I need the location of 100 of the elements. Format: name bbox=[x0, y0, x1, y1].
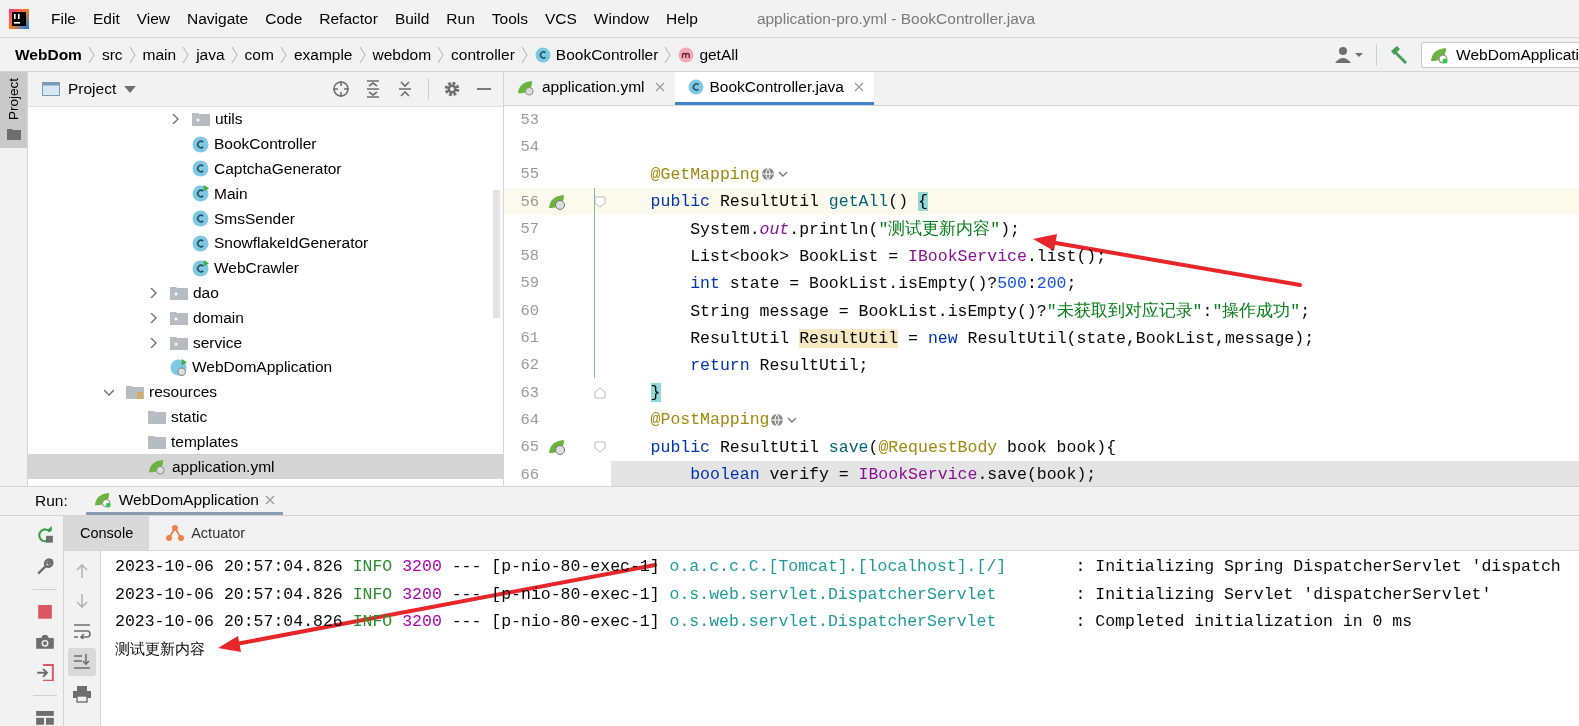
menu-item[interactable]: View bbox=[128, 9, 180, 28]
spring-config-icon bbox=[148, 458, 167, 476]
run-label: Run: bbox=[35, 492, 68, 510]
folder-icon bbox=[148, 408, 166, 425]
locate-icon[interactable] bbox=[332, 80, 350, 98]
code-line: boolean verify = IBookService.save(book); bbox=[689, 465, 1097, 484]
menu-item[interactable]: Refactor bbox=[311, 9, 387, 28]
breadcrumb-item[interactable]: WebDom bbox=[15, 45, 82, 64]
tree-item[interactable]: templates bbox=[28, 429, 503, 455]
close-icon[interactable] bbox=[654, 82, 665, 92]
breadcrumb-item[interactable]: java bbox=[196, 45, 225, 64]
menu-item[interactable]: Tools bbox=[483, 9, 537, 28]
separator-icon bbox=[87, 45, 96, 64]
project-tool-tab[interactable]: Project bbox=[0, 72, 27, 149]
breadcrumb-item[interactable]: main bbox=[142, 45, 177, 64]
menu-item[interactable]: Run bbox=[438, 9, 484, 28]
print-icon[interactable] bbox=[73, 685, 91, 703]
breadcrumb-item[interactable]: src bbox=[101, 45, 123, 64]
window-icon bbox=[42, 81, 60, 97]
hammer-icon[interactable] bbox=[1389, 44, 1410, 65]
scrollbar[interactable] bbox=[493, 190, 500, 318]
code-line: @GetMapping bbox=[649, 164, 760, 184]
tree-item[interactable]: domain bbox=[28, 305, 503, 331]
tree-item[interactable]: utils bbox=[28, 107, 503, 132]
collapse-all-icon[interactable] bbox=[396, 80, 414, 98]
caret-icon bbox=[124, 85, 137, 93]
fold-icon[interactable] bbox=[594, 195, 606, 208]
package-icon bbox=[170, 309, 188, 326]
method-icon bbox=[678, 46, 695, 63]
breadcrumb-item[interactable]: com bbox=[244, 45, 274, 64]
line-number: 65 bbox=[519, 438, 539, 457]
globe-icon[interactable] bbox=[770, 411, 799, 428]
tree-item[interactable]: service bbox=[28, 330, 503, 355]
separator-icon bbox=[437, 45, 446, 64]
tree-item[interactable]: CaptchaGenerator bbox=[28, 156, 503, 182]
tree-item[interactable]: dao bbox=[28, 280, 503, 306]
app-logo-icon bbox=[9, 8, 29, 29]
chevron-icon bbox=[148, 312, 158, 323]
settings-icon[interactable] bbox=[443, 80, 461, 98]
tree-item[interactable]: static bbox=[28, 404, 503, 430]
separator-icon bbox=[664, 45, 673, 64]
console-tab[interactable]: Console bbox=[64, 516, 150, 550]
editor-tab[interactable]: application.yml bbox=[504, 72, 675, 105]
tree-item[interactable]: SmsSender bbox=[28, 206, 503, 231]
breadcrumb-item[interactable]: example bbox=[293, 45, 353, 64]
breadcrumb-item[interactable]: BookController bbox=[534, 45, 659, 64]
menu-item[interactable]: Edit bbox=[85, 9, 129, 28]
console-line: 测试更新内容 bbox=[115, 638, 206, 660]
separator-icon bbox=[279, 45, 288, 64]
menu-item[interactable]: VCS bbox=[536, 9, 586, 28]
close-icon[interactable] bbox=[853, 82, 864, 92]
menu-item[interactable]: Help bbox=[658, 9, 707, 28]
menu-item[interactable]: Navigate bbox=[179, 9, 258, 28]
wrap-icon[interactable] bbox=[73, 623, 91, 639]
login-icon[interactable] bbox=[36, 663, 54, 682]
globe-icon[interactable] bbox=[760, 166, 789, 183]
tree-item[interactable]: BookController bbox=[28, 131, 503, 157]
line-number: 56 bbox=[519, 192, 539, 211]
breadcrumb-item[interactable]: controller bbox=[451, 45, 515, 64]
chevron-icon bbox=[148, 287, 158, 298]
separator-icon bbox=[358, 45, 367, 64]
tree-item[interactable]: application.yml bbox=[28, 454, 503, 479]
tree-item[interactable]: SnowflakeIdGenerator bbox=[28, 231, 503, 256]
code-line: return ResultUtil; bbox=[689, 355, 869, 375]
endpoint-icon[interactable] bbox=[548, 438, 566, 457]
breadcrumb-item[interactable]: getAll bbox=[678, 45, 739, 64]
console-tab[interactable]: Actuator bbox=[149, 516, 262, 550]
line-number: 60 bbox=[519, 301, 539, 320]
separator-icon bbox=[520, 45, 529, 64]
tree-item[interactable]: Main bbox=[28, 181, 503, 207]
close-icon[interactable] bbox=[264, 494, 275, 505]
chevron-icon bbox=[104, 387, 114, 398]
menu-item[interactable]: Code bbox=[257, 9, 312, 28]
run-configuration-dropdown[interactable]: WebDomApplicati bbox=[1421, 41, 1579, 68]
endpoint-icon[interactable] bbox=[548, 192, 566, 211]
project-view-dropdown[interactable]: Project bbox=[42, 80, 137, 98]
class-icon bbox=[534, 46, 551, 63]
tree-item[interactable]: resources bbox=[28, 379, 503, 405]
expand-all-icon[interactable] bbox=[364, 80, 382, 98]
menu-item[interactable]: Build bbox=[386, 9, 439, 28]
tree-item[interactable]: WebCrawler bbox=[28, 255, 503, 281]
editor-tab[interactable]: BookController.java bbox=[674, 72, 874, 105]
user-icon[interactable] bbox=[1334, 45, 1365, 64]
separator-icon bbox=[128, 45, 137, 64]
rerun-icon[interactable] bbox=[36, 526, 54, 544]
code-line: String message = BookList.isEmpty()?"未获取到对应记录":"操作成功"; bbox=[689, 300, 1311, 322]
layout-icon[interactable] bbox=[36, 710, 54, 726]
breadcrumb-item[interactable]: webdom bbox=[372, 45, 432, 64]
camera-icon[interactable] bbox=[36, 634, 54, 650]
menu-item[interactable]: Window bbox=[585, 9, 658, 28]
stop-icon[interactable] bbox=[37, 604, 53, 620]
code-line: List<book> BookList = IBookService.list(); bbox=[689, 246, 1107, 266]
wrench-icon[interactable] bbox=[36, 557, 54, 576]
line-number: 54 bbox=[519, 137, 539, 156]
folder-icon bbox=[148, 433, 166, 450]
code-line: @PostMapping bbox=[649, 410, 770, 430]
line-number: 62 bbox=[519, 356, 539, 375]
scroll-to-end-icon[interactable] bbox=[68, 648, 96, 676]
menu-item[interactable]: File bbox=[43, 9, 85, 28]
tree-item[interactable]: WebDomApplication bbox=[28, 354, 503, 380]
